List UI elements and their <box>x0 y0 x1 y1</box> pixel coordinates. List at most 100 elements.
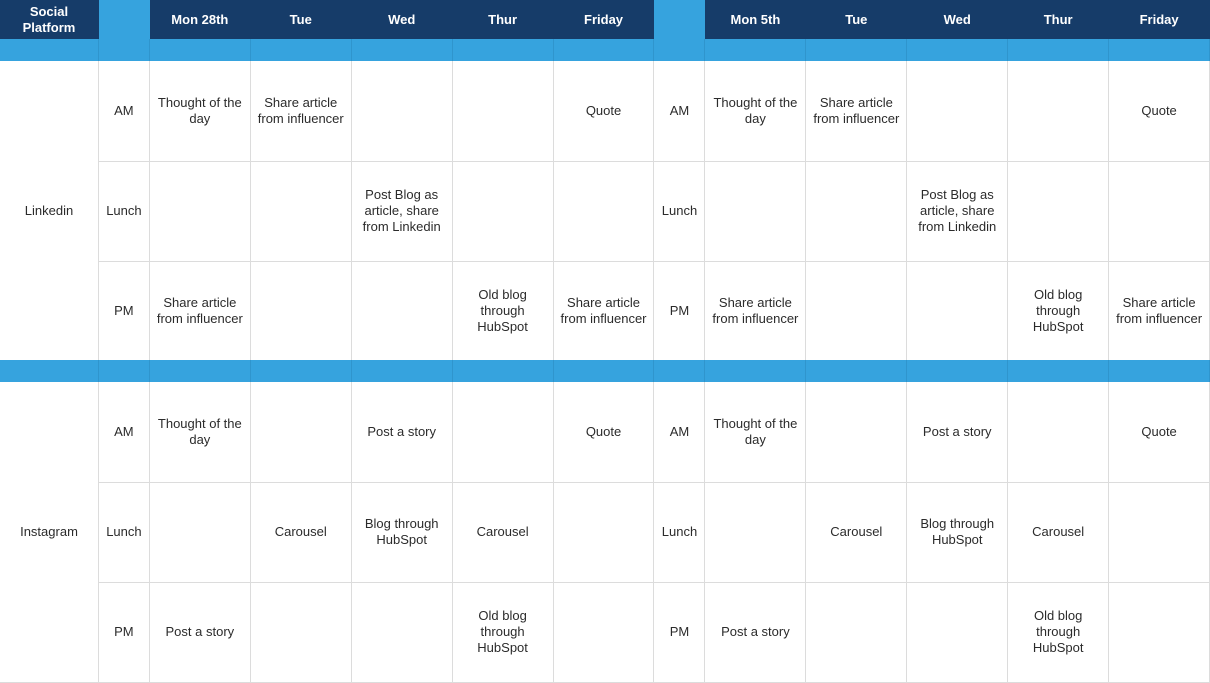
band-cell[interactable] <box>806 39 908 61</box>
header-day[interactable]: Tue <box>806 0 908 39</box>
schedule-cell[interactable]: Old blog through HubSpot <box>1008 261 1110 361</box>
schedule-cell[interactable] <box>453 161 554 261</box>
schedule-cell[interactable]: Post a story <box>150 582 251 682</box>
time-slot-cell[interactable]: AM <box>654 382 706 482</box>
header-day[interactable]: Mon 28th <box>150 0 251 39</box>
schedule-cell[interactable]: Blog through HubSpot <box>352 482 453 582</box>
band-cell[interactable] <box>0 39 99 61</box>
platform-name-cell[interactable]: Linkedin <box>0 61 99 360</box>
platform-name-cell[interactable]: Instagram <box>0 382 99 680</box>
band-cell[interactable] <box>554 360 655 382</box>
header-day[interactable]: Thur <box>1008 0 1110 39</box>
schedule-cell[interactable]: Thought of the day <box>705 382 807 482</box>
schedule-cell[interactable] <box>453 61 554 161</box>
schedule-cell[interactable]: Thought of the day <box>150 61 251 161</box>
schedule-cell[interactable] <box>907 61 1009 161</box>
schedule-cell[interactable]: Old blog through HubSpot <box>453 582 554 682</box>
schedule-cell[interactable]: Share article from influencer <box>1109 261 1210 361</box>
schedule-cell[interactable]: Post Blog as article, share from Linkedi… <box>907 161 1009 261</box>
schedule-cell[interactable]: Quote <box>554 382 655 482</box>
band-cell[interactable] <box>1008 360 1110 382</box>
band-cell[interactable] <box>0 360 99 382</box>
band-cell[interactable] <box>251 39 352 61</box>
time-slot-cell[interactable]: PM <box>99 261 150 361</box>
band-cell[interactable] <box>150 360 251 382</box>
band-cell[interactable] <box>99 39 150 61</box>
schedule-cell[interactable] <box>352 582 453 682</box>
schedule-cell[interactable]: Carousel <box>453 482 554 582</box>
schedule-cell[interactable]: Post a story <box>705 582 807 682</box>
schedule-cell[interactable] <box>1109 582 1210 682</box>
band-cell[interactable] <box>352 360 453 382</box>
band-cell[interactable] <box>705 39 807 61</box>
schedule-cell[interactable] <box>251 382 352 482</box>
header-day[interactable]: Mon 5th <box>705 0 807 39</box>
schedule-cell[interactable]: Blog through HubSpot <box>907 482 1009 582</box>
schedule-cell[interactable]: Share article from influencer <box>150 261 251 361</box>
band-cell[interactable] <box>453 39 554 61</box>
schedule-cell[interactable] <box>1109 482 1210 582</box>
schedule-cell[interactable] <box>806 382 908 482</box>
schedule-cell[interactable] <box>907 582 1009 682</box>
header-day[interactable]: Wed <box>352 0 453 39</box>
band-cell[interactable] <box>806 360 908 382</box>
schedule-cell[interactable]: Thought of the day <box>150 382 251 482</box>
schedule-cell[interactable] <box>1008 161 1110 261</box>
schedule-cell[interactable] <box>907 261 1009 361</box>
schedule-cell[interactable] <box>251 261 352 361</box>
schedule-cell[interactable]: Share article from influencer <box>806 61 908 161</box>
schedule-cell[interactable]: Old blog through HubSpot <box>1008 582 1110 682</box>
band-cell[interactable] <box>453 360 554 382</box>
band-cell[interactable] <box>1008 39 1110 61</box>
band-cell[interactable] <box>150 39 251 61</box>
time-slot-cell[interactable]: Lunch <box>99 161 150 261</box>
time-slot-cell[interactable]: AM <box>654 61 706 161</box>
time-slot-cell[interactable]: AM <box>99 382 150 482</box>
schedule-cell[interactable]: Thought of the day <box>705 61 807 161</box>
header-day[interactable]: Friday <box>554 0 655 39</box>
schedule-cell[interactable]: Carousel <box>1008 482 1110 582</box>
schedule-cell[interactable] <box>705 161 807 261</box>
schedule-cell[interactable]: Quote <box>554 61 655 161</box>
schedule-cell[interactable] <box>150 161 251 261</box>
schedule-cell[interactable] <box>806 582 908 682</box>
schedule-cell[interactable]: Post a story <box>907 382 1009 482</box>
band-cell[interactable] <box>1109 360 1210 382</box>
schedule-cell[interactable]: Old blog through HubSpot <box>453 261 554 361</box>
schedule-cell[interactable]: Post Blog as article, share from Linkedi… <box>352 161 453 261</box>
schedule-cell[interactable]: Share article from influencer <box>251 61 352 161</box>
header-time-blank-week2[interactable] <box>654 0 706 39</box>
schedule-cell[interactable] <box>1109 161 1210 261</box>
schedule-cell[interactable]: Carousel <box>806 482 908 582</box>
band-cell[interactable] <box>654 39 706 61</box>
schedule-cell[interactable]: Share article from influencer <box>705 261 807 361</box>
schedule-cell[interactable] <box>806 161 908 261</box>
schedule-cell[interactable] <box>251 161 352 261</box>
band-cell[interactable] <box>705 360 807 382</box>
schedule-cell[interactable] <box>352 61 453 161</box>
schedule-cell[interactable] <box>352 261 453 361</box>
time-slot-cell[interactable]: AM <box>99 61 150 161</box>
time-slot-cell[interactable]: Lunch <box>99 482 150 582</box>
time-slot-cell[interactable]: PM <box>654 582 706 682</box>
schedule-cell[interactable] <box>806 261 908 361</box>
band-cell[interactable] <box>654 360 706 382</box>
band-cell[interactable] <box>907 360 1009 382</box>
header-social-platform[interactable]: Social Platform <box>0 0 99 39</box>
header-day[interactable]: Wed <box>907 0 1009 39</box>
schedule-cell[interactable] <box>453 382 554 482</box>
schedule-cell[interactable] <box>1008 382 1110 482</box>
band-cell[interactable] <box>1109 39 1210 61</box>
schedule-cell[interactable] <box>251 582 352 682</box>
schedule-cell[interactable]: Post a story <box>352 382 453 482</box>
time-slot-cell[interactable]: Lunch <box>654 482 706 582</box>
schedule-cell[interactable]: Quote <box>1109 61 1210 161</box>
schedule-cell[interactable]: Share article from influencer <box>554 261 655 361</box>
schedule-cell[interactable]: Carousel <box>251 482 352 582</box>
schedule-cell[interactable]: Quote <box>1109 382 1210 482</box>
schedule-cell[interactable] <box>705 482 807 582</box>
schedule-cell[interactable] <box>150 482 251 582</box>
header-day[interactable]: Thur <box>453 0 554 39</box>
header-day[interactable]: Friday <box>1109 0 1210 39</box>
band-cell[interactable] <box>907 39 1009 61</box>
